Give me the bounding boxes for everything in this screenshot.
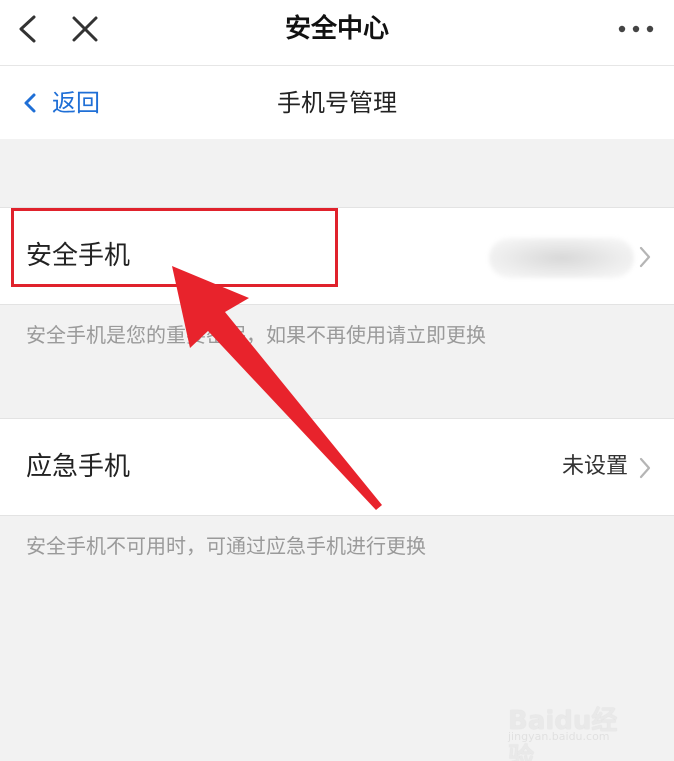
security-phone-hint: 安全手机是您的重要密保，如果不再使用请立即更换: [26, 323, 486, 347]
chevron-right-icon: [639, 457, 651, 479]
page-title: 安全中心: [284, 14, 389, 44]
chevron-right-icon: [639, 246, 651, 268]
security-phone-row[interactable]: 安全手机: [0, 207, 674, 305]
more-options-icon[interactable]: [616, 16, 656, 42]
sub-header: 返回 手机号管理: [0, 66, 674, 139]
app-header: 安全中心: [0, 0, 674, 66]
watermark-url: jingyan.baidu.com: [508, 730, 610, 743]
section-title: 手机号管理: [277, 89, 397, 117]
emergency-phone-row[interactable]: 应急手机 未设置: [0, 418, 674, 516]
security-phone-label: 安全手机: [26, 241, 131, 271]
emergency-phone-hint: 安全手机不可用时，可通过应急手机进行更换: [26, 534, 426, 558]
security-phone-number-redacted: [489, 238, 634, 278]
emergency-phone-label: 应急手机: [26, 452, 131, 482]
emergency-phone-value: 未设置: [561, 454, 628, 479]
baidu-jingyan-watermark: Baidu经验 jingyan.baidu.com: [508, 688, 638, 761]
